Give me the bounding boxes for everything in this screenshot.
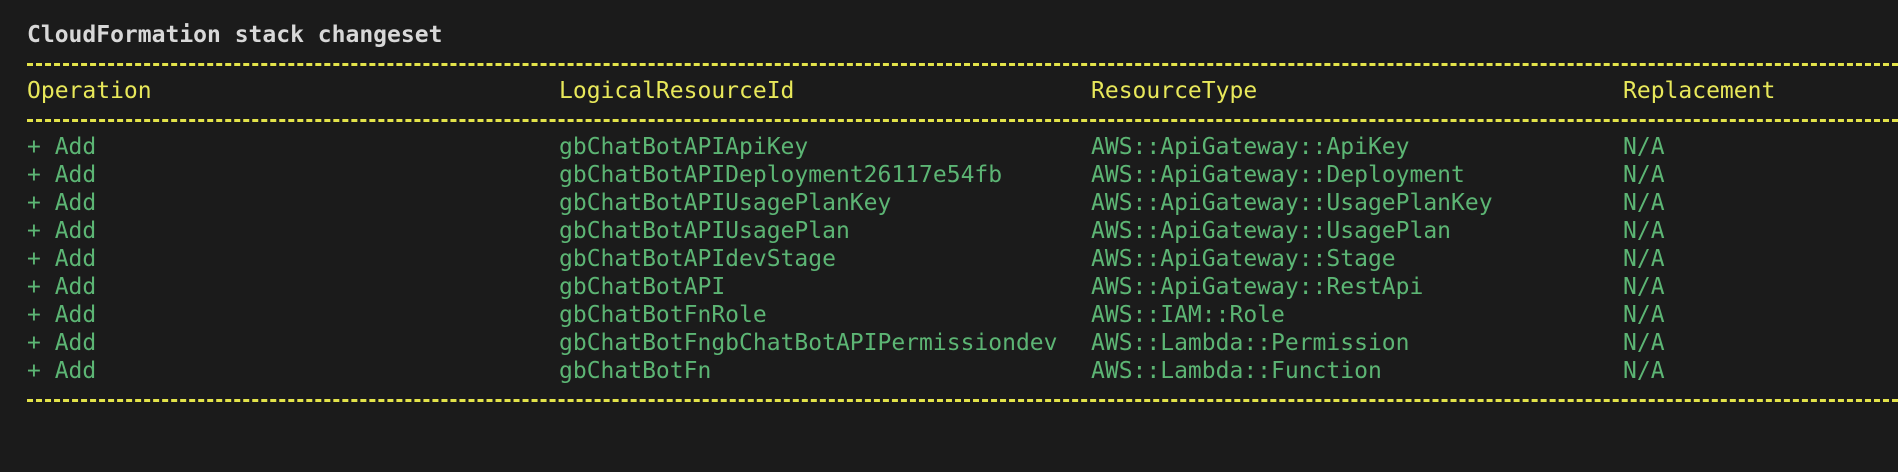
resource-type-cell: AWS::Lambda::Function	[1091, 358, 1382, 384]
table-row: + Add gbChatBotFn AWS::Lambda::Function …	[27, 357, 1898, 385]
resource-type-cell: AWS::ApiGateway::UsagePlan	[1091, 218, 1452, 244]
replacement-cell: N/A	[1623, 162, 1665, 188]
table-row: + Add gbChatBotAPIDeployment26117e54fb A…	[27, 161, 1898, 189]
logical-id-cell: gbChatBotAPIdevStage	[559, 246, 836, 272]
replacement-cell: N/A	[1623, 218, 1665, 244]
divider-bottom	[27, 385, 1898, 413]
operation-cell: + Add	[27, 218, 97, 244]
logical-id-cell: gbChatBotAPIDeployment26117e54fb	[559, 162, 1003, 188]
operation-cell: + Add	[27, 330, 97, 356]
operation-cell: + Add	[27, 190, 97, 216]
terminal-output: CloudFormation stack changeset Operation…	[27, 21, 1898, 413]
table-row: + Add gbChatBotFnRole AWS::IAM::Role N/A	[27, 301, 1898, 329]
operation-cell: + Add	[27, 358, 97, 384]
table-row: + Add gbChatBotAPI AWS::ApiGateway::Rest…	[27, 273, 1898, 301]
table-row: + Add gbChatBotAPIdevStage AWS::ApiGatew…	[27, 245, 1898, 273]
header-operation: Operation	[27, 78, 152, 104]
operation-cell: + Add	[27, 246, 97, 272]
replacement-cell: N/A	[1623, 330, 1665, 356]
resource-type-cell: AWS::Lambda::Permission	[1091, 330, 1410, 356]
replacement-cell: N/A	[1623, 274, 1665, 300]
divider-top	[27, 49, 1898, 77]
operation-cell: + Add	[27, 274, 97, 300]
resource-type-cell: AWS::ApiGateway::Stage	[1091, 246, 1396, 272]
divider-header	[27, 105, 1898, 133]
resource-type-cell: AWS::IAM::Role	[1091, 302, 1285, 328]
logical-id-cell: gbChatBotFngbChatBotAPIPermissiondev	[559, 330, 1058, 356]
changeset-title: CloudFormation stack changeset	[27, 22, 443, 48]
logical-id-cell: gbChatBotFnRole	[559, 302, 767, 328]
resource-type-cell: AWS::ApiGateway::ApiKey	[1091, 134, 1410, 160]
resource-type-cell: AWS::ApiGateway::UsagePlanKey	[1091, 190, 1493, 216]
table-row: + Add gbChatBotAPIUsagePlan AWS::ApiGate…	[27, 217, 1898, 245]
logical-id-cell: gbChatBotAPIUsagePlan	[559, 218, 850, 244]
operation-cell: + Add	[27, 134, 97, 160]
table-row: + Add gbChatBotAPIApiKey AWS::ApiGateway…	[27, 133, 1898, 161]
logical-id-cell: gbChatBotAPI	[559, 274, 726, 300]
logical-id-cell: gbChatBotAPIUsagePlanKey	[559, 190, 892, 216]
replacement-cell: N/A	[1623, 302, 1665, 328]
table-row: + Add gbChatBotFngbChatBotAPIPermissiond…	[27, 329, 1898, 357]
logical-id-cell: gbChatBotFn	[559, 358, 712, 384]
resource-type-cell: AWS::ApiGateway::RestApi	[1091, 274, 1424, 300]
header-replacement: Replacement	[1623, 78, 1776, 104]
resource-type-cell: AWS::ApiGateway::Deployment	[1091, 162, 1465, 188]
header-logical-resource-id: LogicalResourceId	[559, 78, 795, 104]
header-resource-type: ResourceType	[1091, 78, 1258, 104]
replacement-cell: N/A	[1623, 190, 1665, 216]
table-header: Operation LogicalResourceId ResourceType…	[27, 77, 1898, 105]
replacement-cell: N/A	[1623, 358, 1665, 384]
operation-cell: + Add	[27, 302, 97, 328]
replacement-cell: N/A	[1623, 246, 1665, 272]
replacement-cell: N/A	[1623, 134, 1665, 160]
operation-cell: + Add	[27, 162, 97, 188]
table-row: + Add gbChatBotAPIUsagePlanKey AWS::ApiG…	[27, 189, 1898, 217]
logical-id-cell: gbChatBotAPIApiKey	[559, 134, 809, 160]
